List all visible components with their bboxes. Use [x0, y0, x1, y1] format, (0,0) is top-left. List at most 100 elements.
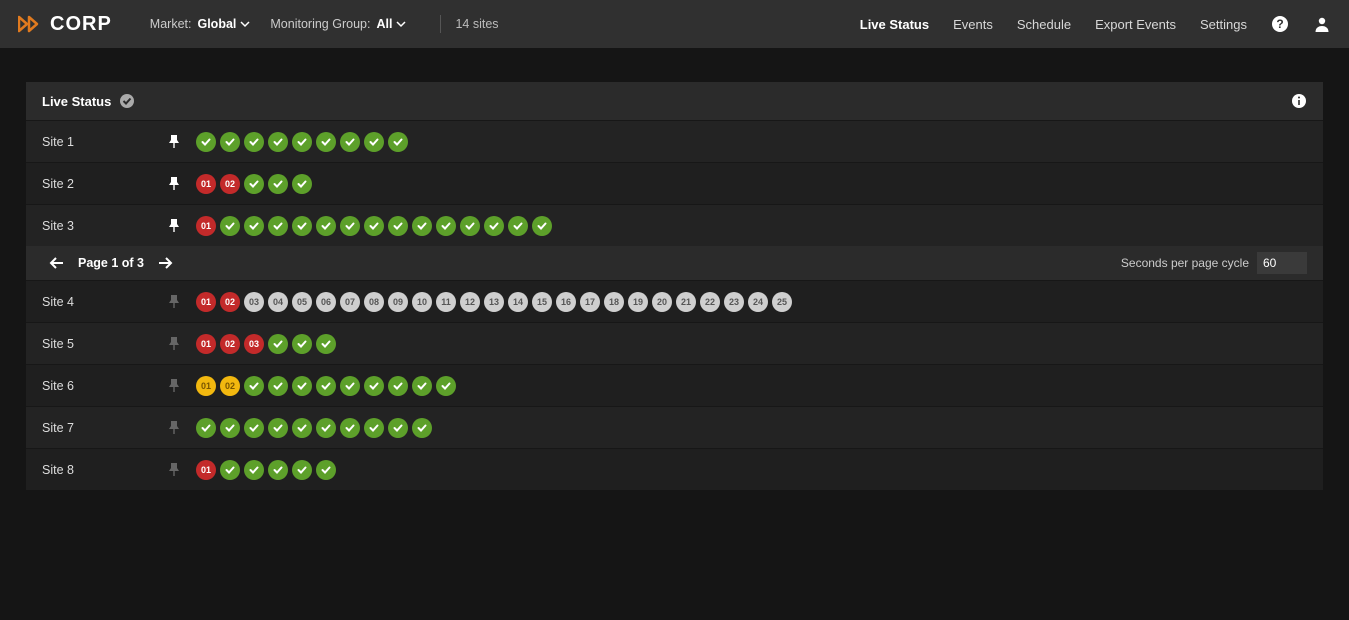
group-dropdown[interactable]: All	[376, 17, 406, 31]
status-dot-err[interactable]: 02	[220, 334, 240, 354]
status-dot-ok[interactable]	[268, 132, 288, 152]
pin-icon[interactable]	[168, 421, 180, 435]
status-dot-inactive[interactable]: 15	[532, 292, 552, 312]
status-dot-ok[interactable]	[484, 216, 504, 236]
help-icon[interactable]: ?	[1271, 15, 1289, 33]
status-dot-ok[interactable]	[508, 216, 528, 236]
status-dot-ok[interactable]	[268, 376, 288, 396]
status-dot-ok[interactable]	[532, 216, 552, 236]
status-dot-ok[interactable]	[220, 216, 240, 236]
status-dot-ok[interactable]	[436, 216, 456, 236]
status-dot-ok[interactable]	[340, 418, 360, 438]
status-dot-ok[interactable]	[340, 216, 360, 236]
status-dot-inactive[interactable]: 03	[244, 292, 264, 312]
status-dot-ok[interactable]	[292, 376, 312, 396]
status-dot-inactive[interactable]: 24	[748, 292, 768, 312]
status-dot-ok[interactable]	[388, 418, 408, 438]
status-dot-inactive[interactable]: 14	[508, 292, 528, 312]
status-dot-ok[interactable]	[292, 334, 312, 354]
status-dot-ok[interactable]	[316, 418, 336, 438]
status-dot-inactive[interactable]: 21	[676, 292, 696, 312]
status-dot-inactive[interactable]: 13	[484, 292, 504, 312]
status-dot-ok[interactable]	[268, 460, 288, 480]
nav-settings[interactable]: Settings	[1200, 17, 1247, 32]
status-dot-ok[interactable]	[412, 418, 432, 438]
status-dot-ok[interactable]	[316, 334, 336, 354]
pin-icon[interactable]	[168, 177, 180, 191]
status-dot-inactive[interactable]: 10	[412, 292, 432, 312]
status-dot-ok[interactable]	[388, 132, 408, 152]
next-page-button[interactable]	[152, 256, 180, 270]
status-dot-ok[interactable]	[244, 216, 264, 236]
pin-icon[interactable]	[168, 379, 180, 393]
status-dot-ok[interactable]	[412, 376, 432, 396]
pin-icon[interactable]	[168, 337, 180, 351]
status-dot-ok[interactable]	[412, 216, 432, 236]
status-dot-ok[interactable]	[316, 132, 336, 152]
status-dot-inactive[interactable]: 07	[340, 292, 360, 312]
status-dot-ok[interactable]	[244, 460, 264, 480]
pin-icon[interactable]	[168, 463, 180, 477]
status-dot-err[interactable]: 01	[196, 216, 216, 236]
status-dot-inactive[interactable]: 25	[772, 292, 792, 312]
nav-events[interactable]: Events	[953, 17, 993, 32]
status-dot-ok[interactable]	[196, 132, 216, 152]
status-dot-ok[interactable]	[292, 418, 312, 438]
status-dot-ok[interactable]	[268, 216, 288, 236]
status-dot-ok[interactable]	[364, 132, 384, 152]
status-dot-inactive[interactable]: 06	[316, 292, 336, 312]
info-icon[interactable]	[1291, 93, 1307, 109]
status-dot-warn[interactable]: 02	[220, 376, 240, 396]
status-dot-inactive[interactable]: 11	[436, 292, 456, 312]
status-dot-err[interactable]: 02	[220, 174, 240, 194]
status-dot-ok[interactable]	[316, 216, 336, 236]
status-dot-ok[interactable]	[340, 376, 360, 396]
status-dot-inactive[interactable]: 22	[700, 292, 720, 312]
status-dot-ok[interactable]	[244, 418, 264, 438]
status-dot-inactive[interactable]: 18	[604, 292, 624, 312]
nav-schedule[interactable]: Schedule	[1017, 17, 1071, 32]
status-dot-inactive[interactable]: 08	[364, 292, 384, 312]
status-dot-ok[interactable]	[436, 376, 456, 396]
nav-export-events[interactable]: Export Events	[1095, 17, 1176, 32]
prev-page-button[interactable]	[42, 256, 70, 270]
status-dot-inactive[interactable]: 05	[292, 292, 312, 312]
status-dot-err[interactable]: 03	[244, 334, 264, 354]
status-dot-ok[interactable]	[388, 216, 408, 236]
status-dot-ok[interactable]	[268, 174, 288, 194]
user-icon[interactable]	[1313, 15, 1331, 33]
status-dot-err[interactable]: 01	[196, 460, 216, 480]
status-dot-ok[interactable]	[364, 376, 384, 396]
status-dot-ok[interactable]	[460, 216, 480, 236]
status-dot-inactive[interactable]: 09	[388, 292, 408, 312]
logo[interactable]: CORP	[18, 13, 112, 36]
status-dot-ok[interactable]	[292, 132, 312, 152]
status-dot-err[interactable]: 02	[220, 292, 240, 312]
status-dot-ok[interactable]	[220, 460, 240, 480]
status-dot-inactive[interactable]: 20	[652, 292, 672, 312]
status-dot-ok[interactable]	[316, 376, 336, 396]
status-dot-warn[interactable]: 01	[196, 376, 216, 396]
nav-live-status[interactable]: Live Status	[860, 17, 929, 32]
status-dot-inactive[interactable]: 16	[556, 292, 576, 312]
status-dot-err[interactable]: 01	[196, 334, 216, 354]
status-dot-ok[interactable]	[292, 174, 312, 194]
status-dot-ok[interactable]	[292, 216, 312, 236]
status-dot-ok[interactable]	[292, 460, 312, 480]
status-dot-inactive[interactable]: 12	[460, 292, 480, 312]
status-dot-inactive[interactable]: 19	[628, 292, 648, 312]
status-dot-ok[interactable]	[268, 418, 288, 438]
status-dot-ok[interactable]	[244, 174, 264, 194]
cycle-input[interactable]	[1257, 252, 1307, 274]
status-dot-err[interactable]: 01	[196, 174, 216, 194]
status-dot-ok[interactable]	[244, 132, 264, 152]
status-dot-ok[interactable]	[388, 376, 408, 396]
status-dot-ok[interactable]	[220, 132, 240, 152]
status-dot-inactive[interactable]: 17	[580, 292, 600, 312]
status-dot-ok[interactable]	[364, 216, 384, 236]
status-dot-ok[interactable]	[244, 376, 264, 396]
pin-icon[interactable]	[168, 219, 180, 233]
pin-icon[interactable]	[168, 135, 180, 149]
status-dot-ok[interactable]	[364, 418, 384, 438]
status-dot-inactive[interactable]: 04	[268, 292, 288, 312]
